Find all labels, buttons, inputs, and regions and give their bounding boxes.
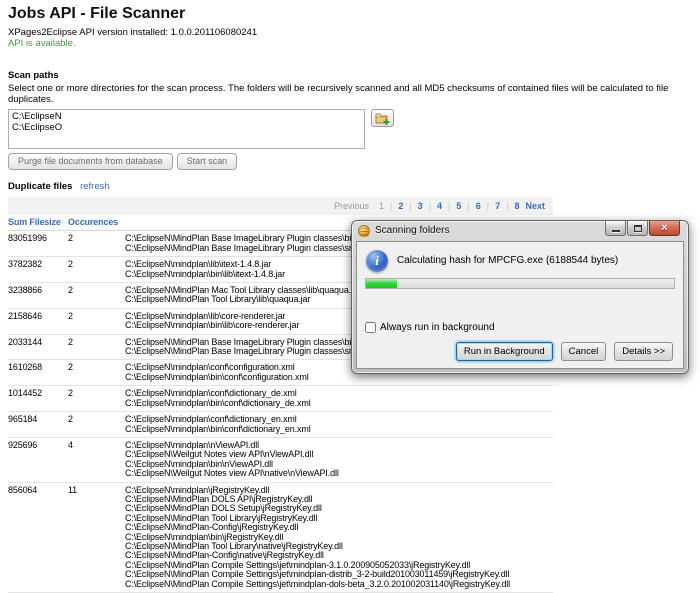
occurences-cell: 11: [68, 486, 125, 589]
duplicate-files-heading: Duplicate files: [8, 181, 72, 192]
pagination-separator: |: [409, 201, 411, 211]
pagination-separator: |: [467, 201, 469, 211]
occurences-cell: 2: [68, 338, 125, 357]
paths-cell: C:\EclipseN\mindplan\conf\dictionary_de.…: [125, 389, 553, 408]
pagination-page-8[interactable]: 8: [514, 201, 519, 211]
run-in-background-button[interactable]: Run in Background: [456, 342, 553, 361]
scanning-folders-dialog: Scanning folders × i Calculating hash fo…: [351, 220, 689, 374]
maximize-icon: [634, 225, 642, 232]
file-path: C:\EclipseN\MindPlan Compile Settings\je…: [125, 570, 553, 579]
api-status-text: API is available.: [8, 38, 692, 49]
occurences-cell: 2: [68, 234, 125, 253]
occurences-cell: 2: [68, 415, 125, 434]
file-path: C:\EclipseN\mindplan\bin\conf\configurat…: [125, 373, 553, 382]
pagination-page-4[interactable]: 4: [437, 201, 442, 211]
details-button[interactable]: Details >>: [614, 342, 673, 361]
always-run-row: Always run in background: [365, 322, 495, 333]
minimize-icon: [612, 230, 620, 232]
sum-filesize-cell: 1610268: [8, 363, 68, 382]
sum-filesize-cell: 1014452: [8, 389, 68, 408]
app-icon: [358, 225, 370, 237]
file-path: C:\EclipseN\mindplan\bin\conf\dictionary…: [125, 425, 553, 434]
pagination: Previous 1 | 2 | 3 | 4 | 5 | 6 | 7 | 8 Next: [8, 197, 553, 215]
paths-cell: C:\EclipseN\mindplan\jRegistryKey.dllC:\…: [125, 486, 553, 589]
pagination-page-3[interactable]: 3: [418, 201, 423, 211]
sum-filesize-cell: 2158646: [8, 312, 68, 331]
pagination-page-5[interactable]: 5: [456, 201, 461, 211]
folder-plus-icon: [375, 112, 390, 125]
table-row: 856064 11 C:\EclipseN\mindplan\jRegistry…: [8, 483, 553, 593]
sum-filesize-cell: 856064: [8, 486, 68, 589]
pagination-current-page: 1: [379, 201, 384, 211]
cancel-button[interactable]: Cancel: [561, 342, 607, 361]
start-scan-button[interactable]: Start scan: [177, 153, 238, 170]
file-path: C:\EclipseN\Weilgut Notes view API\nativ…: [125, 469, 553, 478]
dialog-message: Calculating hash for MPCFG.exe (6188544 …: [397, 255, 618, 266]
scan-actions: Purge file documents from database Start…: [8, 153, 692, 170]
scan-paths-heading: Scan paths: [8, 70, 692, 81]
paths-cell: C:\EclipseN\mindplan\conf\dictionary_en.…: [125, 415, 553, 434]
pagination-page-6[interactable]: 6: [476, 201, 481, 211]
pagination-previous: Previous: [334, 201, 369, 211]
column-header-sum-filesize[interactable]: Sum Filesize: [8, 218, 68, 227]
always-run-checkbox[interactable]: [365, 322, 376, 333]
duplicate-files-header: Duplicate files refresh: [8, 181, 692, 192]
scan-paths-row: [8, 109, 692, 149]
pagination-next[interactable]: Next: [525, 201, 545, 211]
pagination-separator: |: [506, 201, 508, 211]
progress-bar: [365, 278, 675, 289]
pagination-page-7[interactable]: 7: [495, 201, 500, 211]
occurences-cell: 2: [68, 363, 125, 382]
maximize-button[interactable]: [627, 221, 648, 236]
sum-filesize-cell: 2033144: [8, 338, 68, 357]
info-icon: i: [366, 250, 388, 272]
pagination-separator: |: [429, 201, 431, 211]
minimize-button[interactable]: [605, 221, 626, 236]
always-run-label: Always run in background: [380, 322, 495, 333]
add-folder-button[interactable]: [371, 109, 394, 127]
close-icon: ×: [661, 223, 667, 234]
paths-cell: C:\EclipseN\mindplan\nViewAPI.dllC:\Ecli…: [125, 441, 553, 479]
api-version-line: XPages2Eclipse API version installed: 1.…: [8, 27, 692, 38]
occurences-cell: 2: [68, 286, 125, 305]
column-header-occurences[interactable]: Occurences: [68, 218, 125, 227]
file-path: C:\EclipseN\mindplan\bin\conf\dictionary…: [125, 399, 553, 408]
dialog-body: i Calculating hash for MPCFG.exe (618854…: [356, 241, 684, 369]
progress-fill: [366, 279, 397, 288]
scan-paths-textarea[interactable]: [8, 109, 365, 149]
purge-button[interactable]: Purge file documents from database: [8, 153, 173, 170]
occurences-cell: 2: [68, 260, 125, 279]
sum-filesize-cell: 925696: [8, 441, 68, 479]
refresh-link[interactable]: refresh: [80, 181, 110, 192]
sum-filesize-cell: 3782382: [8, 260, 68, 279]
pagination-page-2[interactable]: 2: [398, 201, 403, 211]
table-row: 925696 4 C:\EclipseN\mindplan\nViewAPI.d…: [8, 438, 553, 483]
sum-filesize-cell: 3238866: [8, 286, 68, 305]
table-row: 965184 2 C:\EclipseN\mindplan\conf\dicti…: [8, 412, 553, 438]
scan-paths-description: Select one or more directories for the s…: [8, 83, 692, 105]
page-title: Jobs API - File Scanner: [8, 5, 692, 23]
occurences-cell: 2: [68, 389, 125, 408]
dialog-buttons: Run in Background Cancel Details >>: [456, 342, 673, 361]
occurences-cell: 2: [68, 312, 125, 331]
sum-filesize-cell: 965184: [8, 415, 68, 434]
pagination-separator: |: [487, 201, 489, 211]
file-path: C:\EclipseN\MindPlan Compile Settings\je…: [125, 561, 553, 570]
table-row: 1014452 2 C:\EclipseN\mindplan\conf\dict…: [8, 386, 553, 412]
window-controls: ×: [605, 221, 680, 236]
pagination-separator: |: [448, 201, 450, 211]
pagination-separator: |: [390, 201, 392, 211]
sum-filesize-cell: 83051996: [8, 234, 68, 253]
occurences-cell: 4: [68, 441, 125, 479]
file-path: C:\EclipseN\MindPlan Compile Settings\je…: [125, 580, 553, 589]
close-button[interactable]: ×: [649, 221, 680, 236]
